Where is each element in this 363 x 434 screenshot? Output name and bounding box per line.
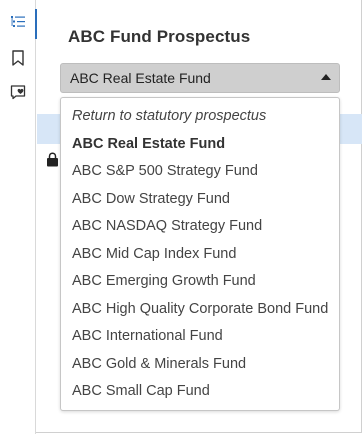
menu-item-nasdaq-strategy-fund[interactable]: ABC NASDAQ Strategy Fund [61,213,339,241]
caret-up-icon [321,74,331,80]
bookmarks-button[interactable] [0,41,36,75]
heart-note-icon [10,84,26,100]
menu-item-sp500-strategy-fund[interactable]: ABC S&P 500 Strategy Fund [61,158,339,186]
fund-select[interactable]: ABC Real Estate Fund [60,63,340,93]
saved-items-button[interactable] [0,75,36,109]
menu-item-high-quality-corporate-bond-fund[interactable]: ABC High Quality Corporate Bond Fund [61,296,339,324]
lock-icon [46,152,59,172]
menu-item-return-to-statutory[interactable]: Return to statutory prospectus [61,103,339,131]
page-title: ABC Fund Prospectus [68,27,251,46]
menu-item-mid-cap-index-fund[interactable]: ABC Mid Cap Index Fund [61,241,339,269]
menu-item-small-cap-fund[interactable]: ABC Small Cap Fund [61,378,339,406]
bookmark-icon [11,50,25,66]
fund-dropdown-menu: Return to statutory prospectus ABC Real … [60,97,340,411]
list-tree-icon [10,14,26,30]
menu-item-international-fund[interactable]: ABC International Fund [61,323,339,351]
menu-item-gold-minerals-fund[interactable]: ABC Gold & Minerals Fund [61,351,339,379]
menu-item-dow-strategy-fund[interactable]: ABC Dow Strategy Fund [61,186,339,214]
toc-button[interactable] [0,5,37,39]
fund-select-value: ABC Real Estate Fund [70,70,211,86]
sidebar-rail [0,0,37,434]
menu-item-real-estate-fund[interactable]: ABC Real Estate Fund [61,131,339,159]
menu-item-emerging-growth-fund[interactable]: ABC Emerging Growth Fund [61,268,339,296]
